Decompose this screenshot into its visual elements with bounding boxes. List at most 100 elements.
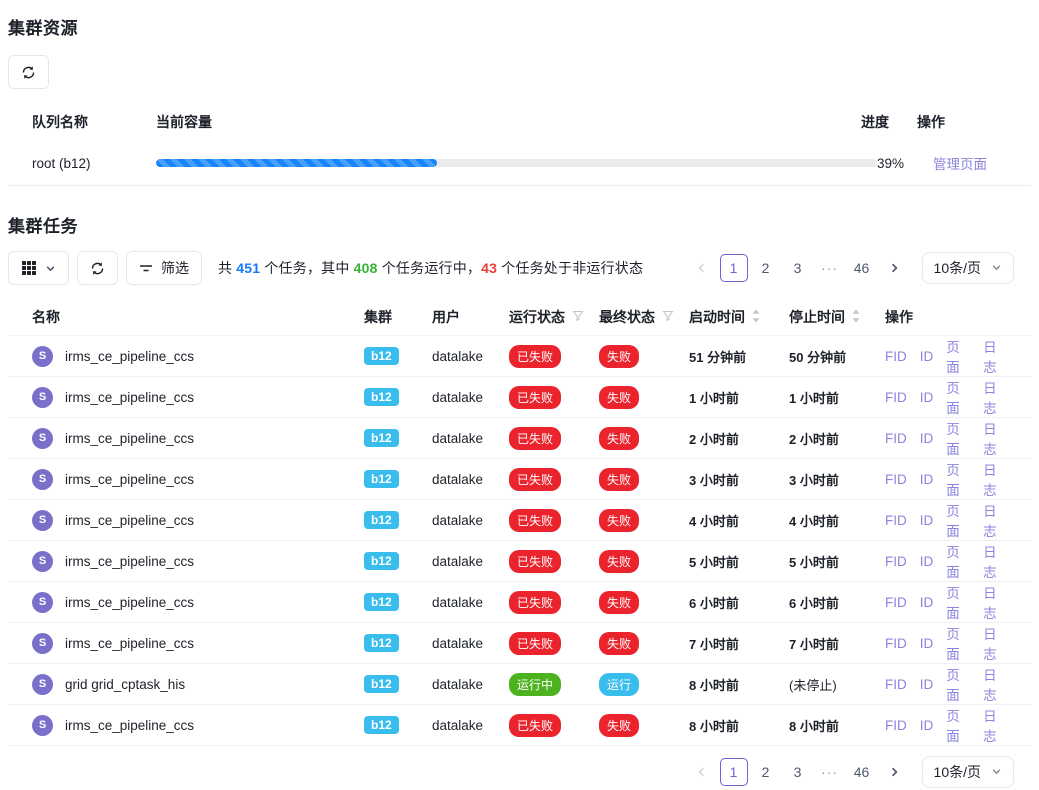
task-op-fid[interactable]: FID xyxy=(885,636,907,651)
task-name: irms_ce_pipeline_ccs xyxy=(65,513,194,528)
table-row: S irms_ce_pipeline_ccs b12 datalake 已失败 … xyxy=(8,377,1031,418)
user-name: datalake xyxy=(432,472,509,487)
start-time: 51 分钟前 xyxy=(689,350,746,365)
pagination-ellipsis[interactable]: ··· xyxy=(816,254,844,282)
row-actions: FID ID 页面日志 xyxy=(885,336,1007,376)
task-op-fid[interactable]: FID xyxy=(885,554,907,569)
task-op-fid[interactable]: FID xyxy=(885,349,907,364)
resources-table: 队列名称 当前容量 进度 操作 root (b12) 39% 管理页面 xyxy=(8,103,1031,186)
task-op-page[interactable]: 页面 xyxy=(946,582,970,622)
avatar: S xyxy=(32,592,53,613)
task-op-log[interactable]: 日志 xyxy=(983,418,1007,458)
tasks-refresh-button[interactable] xyxy=(77,251,118,285)
task-op-log[interactable]: 日志 xyxy=(983,459,1007,499)
task-op-page[interactable]: 页面 xyxy=(946,705,970,745)
task-op-fid[interactable]: FID xyxy=(885,472,907,487)
manage-page-link[interactable]: 管理页面 xyxy=(933,157,987,172)
task-op-id[interactable]: ID xyxy=(920,431,934,446)
avatar: S xyxy=(32,469,53,490)
run-status-badge: 已失败 xyxy=(509,550,561,573)
summary-text: 个任务，其中 xyxy=(260,260,353,276)
sorter-icon[interactable] xyxy=(752,309,760,326)
task-op-log[interactable]: 日志 xyxy=(983,582,1007,622)
task-op-log[interactable]: 日志 xyxy=(983,336,1007,376)
task-op-id[interactable]: ID xyxy=(920,677,934,692)
task-op-log[interactable]: 日志 xyxy=(983,664,1007,704)
filter-button[interactable]: 筛选 xyxy=(126,251,202,285)
apps-grid-icon xyxy=(21,260,37,276)
sorter-icon[interactable] xyxy=(852,309,860,326)
task-op-log[interactable]: 日志 xyxy=(983,705,1007,745)
funnel-filter-icon[interactable] xyxy=(572,309,584,325)
task-op-page[interactable]: 页面 xyxy=(946,377,970,417)
refresh-icon xyxy=(90,261,105,276)
start-time: 4 小时前 xyxy=(689,514,739,529)
task-op-log[interactable]: 日志 xyxy=(983,500,1007,540)
cluster-tag: b12 xyxy=(364,675,399,693)
task-op-page[interactable]: 页面 xyxy=(946,336,970,376)
pagination-page-46[interactable]: 46 xyxy=(848,254,876,282)
task-op-page[interactable]: 页面 xyxy=(946,664,970,704)
task-op-fid[interactable]: FID xyxy=(885,595,907,610)
final-status-badge: 失败 xyxy=(599,714,639,737)
pagination-page-46[interactable]: 46 xyxy=(848,758,876,786)
task-op-id[interactable]: ID xyxy=(920,636,934,651)
task-op-fid[interactable]: FID xyxy=(885,390,907,405)
task-op-fid[interactable]: FID xyxy=(885,513,907,528)
start-time: 3 小时前 xyxy=(689,473,739,488)
page: 集群资源 队列名称 当前容量 进度 操作 root (b12) 39% xyxy=(0,0,1039,788)
run-status-badge: 已失败 xyxy=(509,468,561,491)
resources-refresh-button[interactable] xyxy=(8,55,49,89)
pagination-prev[interactable] xyxy=(688,254,716,282)
task-op-id[interactable]: ID xyxy=(920,513,934,528)
task-op-id[interactable]: ID xyxy=(920,390,934,405)
task-op-fid[interactable]: FID xyxy=(885,718,907,733)
pagination-page-2[interactable]: 2 xyxy=(752,758,780,786)
user-name: datalake xyxy=(432,677,509,692)
pagination-next[interactable] xyxy=(880,758,908,786)
avatar: S xyxy=(32,715,53,736)
column-header-action: 操作 xyxy=(917,112,1007,132)
task-op-id[interactable]: ID xyxy=(920,472,934,487)
task-op-page[interactable]: 页面 xyxy=(946,500,970,540)
pagination-page-3[interactable]: 3 xyxy=(784,254,812,282)
pagination-page-3[interactable]: 3 xyxy=(784,758,812,786)
summary-text: 个任务处于非运行状态 xyxy=(497,260,643,276)
column-header-queue: 队列名称 xyxy=(32,112,156,132)
pagination-prev[interactable] xyxy=(688,758,716,786)
task-op-id[interactable]: ID xyxy=(920,718,934,733)
task-op-id[interactable]: ID xyxy=(920,595,934,610)
task-op-log[interactable]: 日志 xyxy=(983,541,1007,581)
pagination-page-1[interactable]: 1 xyxy=(720,758,748,786)
task-op-fid[interactable]: FID xyxy=(885,431,907,446)
row-actions: FID ID 页面日志 xyxy=(885,541,1007,581)
final-status-badge: 运行 xyxy=(599,673,639,696)
cluster-tag: b12 xyxy=(364,470,399,488)
task-op-log[interactable]: 日志 xyxy=(983,623,1007,663)
page-size-select[interactable]: 10条/页 xyxy=(922,756,1014,788)
task-op-page[interactable]: 页面 xyxy=(946,459,970,499)
table-row: S irms_ce_pipeline_ccs b12 datalake 已失败 … xyxy=(8,705,1031,746)
pagination-page-2[interactable]: 2 xyxy=(752,254,780,282)
capacity-progress-fill xyxy=(156,159,437,167)
pagination-next[interactable] xyxy=(880,254,908,282)
task-op-page[interactable]: 页面 xyxy=(946,541,970,581)
task-op-log[interactable]: 日志 xyxy=(983,377,1007,417)
table-row: S grid grid_cptask_his b12 datalake 运行中 … xyxy=(8,664,1031,705)
task-op-page[interactable]: 页面 xyxy=(946,418,970,458)
page-size-select[interactable]: 10条/页 xyxy=(922,252,1014,284)
pagination-ellipsis[interactable]: ··· xyxy=(816,758,844,786)
row-actions: FID ID 页面日志 xyxy=(885,705,1007,745)
task-op-id[interactable]: ID xyxy=(920,349,934,364)
resource-row: root (b12) 39% 管理页面 xyxy=(8,141,1031,186)
task-op-page[interactable]: 页面 xyxy=(946,623,970,663)
task-name: irms_ce_pipeline_ccs xyxy=(65,718,194,733)
tasks-title: 集群任务 xyxy=(8,212,1031,237)
column-settings-button[interactable] xyxy=(8,251,69,285)
user-name: datalake xyxy=(432,636,509,651)
task-op-id[interactable]: ID xyxy=(920,554,934,569)
funnel-filter-icon[interactable] xyxy=(662,309,674,325)
pagination-page-1[interactable]: 1 xyxy=(720,254,748,282)
user-name: datalake xyxy=(432,431,509,446)
task-op-fid[interactable]: FID xyxy=(885,677,907,692)
